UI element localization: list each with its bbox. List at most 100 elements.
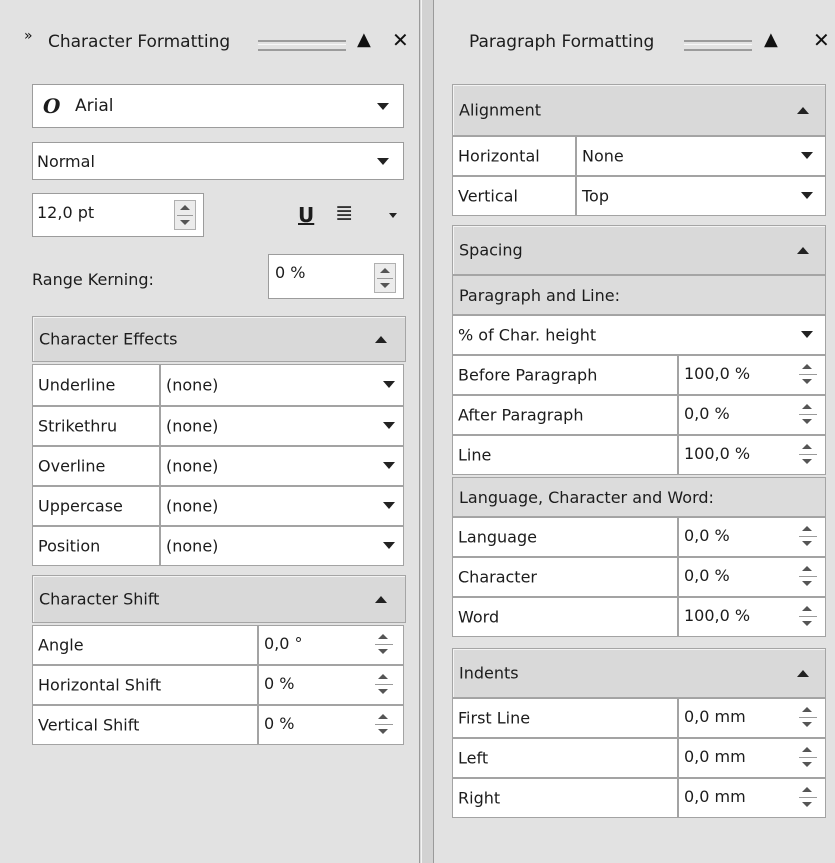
font-size-field[interactable]: 12,0 pt xyxy=(32,193,204,237)
horizontal-shift-spinner[interactable] xyxy=(373,670,395,700)
section-title: Character Effects xyxy=(39,329,178,349)
underline-dropdown[interactable]: (none) xyxy=(160,364,404,406)
language-spacing-spinner[interactable] xyxy=(797,522,819,552)
word-spacing-field[interactable]: 100,0 % xyxy=(678,597,826,637)
chevron-down-icon[interactable] xyxy=(383,422,395,429)
range-kerning-label: Range Kerning: xyxy=(32,270,154,289)
character-effects-header[interactable]: Character Effects xyxy=(32,316,406,362)
strikethru-dropdown[interactable]: (none) xyxy=(160,406,404,446)
chevron-down-icon[interactable] xyxy=(801,192,813,199)
before-paragraph-field[interactable]: 100,0 % xyxy=(678,355,826,395)
word-spacing-spinner[interactable] xyxy=(797,602,819,632)
panel-title: Character Formatting xyxy=(48,32,231,52)
font-size-spinner[interactable] xyxy=(174,200,196,230)
range-kerning-value: 0 % xyxy=(275,263,306,282)
vertical-alignment-dropdown[interactable]: Top xyxy=(576,176,826,216)
spacing-unit-dropdown[interactable]: % of Char. height xyxy=(452,315,826,355)
chevron-down-icon[interactable] xyxy=(801,331,813,338)
language-character-word-label: Language, Character and Word: xyxy=(452,477,826,517)
after-paragraph-field[interactable]: 0,0 % xyxy=(678,395,826,435)
indents-header[interactable]: Indents xyxy=(452,648,826,698)
chevron-down-icon[interactable] xyxy=(383,502,395,509)
uppercase-dropdown[interactable]: (none) xyxy=(160,486,404,526)
close-icon[interactable]: ✕ xyxy=(813,28,830,52)
section-title: Character Shift xyxy=(39,589,160,609)
collapse-icon[interactable]: ▲ xyxy=(357,28,371,52)
line-spacing-spinner[interactable] xyxy=(797,440,819,470)
strikethrough-icon[interactable]: ≣ xyxy=(335,202,353,226)
panel-titlebar[interactable]: Paragraph Formatting ▲ ✕ xyxy=(434,0,835,64)
drag-grip[interactable] xyxy=(258,40,346,51)
font-style-dropdown[interactable]: Normal xyxy=(32,142,404,180)
before-paragraph-spinner[interactable] xyxy=(797,360,819,390)
close-icon[interactable]: ✕ xyxy=(392,28,409,52)
font-type-icon: O xyxy=(43,94,61,118)
font-style-value: Normal xyxy=(37,152,95,171)
overline-dropdown[interactable]: (none) xyxy=(160,446,404,486)
paragraph-and-line-label: Paragraph and Line: xyxy=(452,275,826,315)
position-dropdown[interactable]: (none) xyxy=(160,526,404,566)
collapse-icon[interactable] xyxy=(375,596,387,603)
collapse-icon[interactable] xyxy=(797,247,809,254)
shift-label-horizontal: Horizontal Shift xyxy=(32,665,258,705)
indent-label-first-line: First Line xyxy=(452,698,678,738)
spacing-label-after: After Paragraph xyxy=(452,395,678,435)
language-spacing-field[interactable]: 0,0 % xyxy=(678,517,826,557)
vertical-shift-spinner[interactable] xyxy=(373,710,395,740)
horizontal-alignment-dropdown[interactable]: None xyxy=(576,136,826,176)
effect-label-overline: Overline xyxy=(32,446,160,486)
effect-label-strikethru: Strikethru xyxy=(32,406,160,446)
right-indent-spinner[interactable] xyxy=(797,783,819,813)
vertical-shift-field[interactable]: 0 % xyxy=(258,705,404,745)
spacing-label-word: Word xyxy=(452,597,678,637)
angle-spinner[interactable] xyxy=(373,630,395,660)
section-title: Indents xyxy=(459,663,519,683)
after-paragraph-spinner[interactable] xyxy=(797,400,819,430)
character-spacing-field[interactable]: 0,0 % xyxy=(678,557,826,597)
spacing-label-line: Line xyxy=(452,435,678,475)
alignment-label-horizontal: Horizontal xyxy=(452,136,576,176)
font-size-value: 12,0 pt xyxy=(37,203,95,222)
collapse-icon[interactable] xyxy=(797,107,809,114)
chevron-down-icon[interactable] xyxy=(383,381,395,388)
character-formatting-panel: » Character Formatting ▲ ✕ O Arial Norma… xyxy=(0,0,420,863)
left-indent-field[interactable]: 0,0 mm xyxy=(678,738,826,778)
range-kerning-field[interactable]: 0 % xyxy=(268,254,404,299)
chevron-down-icon[interactable] xyxy=(383,462,395,469)
alignment-label-vertical: Vertical xyxy=(452,176,576,216)
chevron-down-icon[interactable] xyxy=(377,158,389,165)
line-spacing-field[interactable]: 100,0 % xyxy=(678,435,826,475)
first-line-indent-spinner[interactable] xyxy=(797,703,819,733)
angle-field[interactable]: 0,0 ° xyxy=(258,625,404,665)
character-shift-header[interactable]: Character Shift xyxy=(32,575,406,623)
left-indent-spinner[interactable] xyxy=(797,743,819,773)
first-line-indent-field[interactable]: 0,0 mm xyxy=(678,698,826,738)
collapse-icon[interactable] xyxy=(375,336,387,343)
spacing-label-before: Before Paragraph xyxy=(452,355,678,395)
horizontal-shift-field[interactable]: 0 % xyxy=(258,665,404,705)
chevron-down-icon[interactable] xyxy=(383,542,395,549)
spacing-label-character: Character xyxy=(452,557,678,597)
shift-label-angle: Angle xyxy=(32,625,258,665)
collapse-icon[interactable]: ▲ xyxy=(764,28,778,52)
paragraph-formatting-panel: Paragraph Formatting ▲ ✕ Alignment Horiz… xyxy=(433,0,835,863)
expand-icon[interactable]: » xyxy=(24,24,33,48)
shift-label-vertical: Vertical Shift xyxy=(32,705,258,745)
underline-icon[interactable]: U xyxy=(298,204,314,226)
font-name-dropdown[interactable]: O Arial xyxy=(32,84,404,128)
spacing-header[interactable]: Spacing xyxy=(452,225,826,275)
character-spacing-spinner[interactable] xyxy=(797,562,819,592)
panel-titlebar[interactable]: » Character Formatting ▲ ✕ xyxy=(0,0,419,64)
effect-label-position: Position xyxy=(32,526,160,566)
drag-grip[interactable] xyxy=(684,40,752,51)
right-indent-field[interactable]: 0,0 mm xyxy=(678,778,826,818)
chevron-down-icon[interactable] xyxy=(389,213,397,218)
effect-label-underline: Underline xyxy=(32,364,160,406)
chevron-down-icon[interactable] xyxy=(377,103,389,110)
chevron-down-icon[interactable] xyxy=(801,152,813,159)
alignment-header[interactable]: Alignment xyxy=(452,84,826,136)
font-name-value: Arial xyxy=(75,96,114,116)
collapse-icon[interactable] xyxy=(797,670,809,677)
range-kerning-spinner[interactable] xyxy=(374,263,396,293)
section-title: Spacing xyxy=(459,240,523,260)
